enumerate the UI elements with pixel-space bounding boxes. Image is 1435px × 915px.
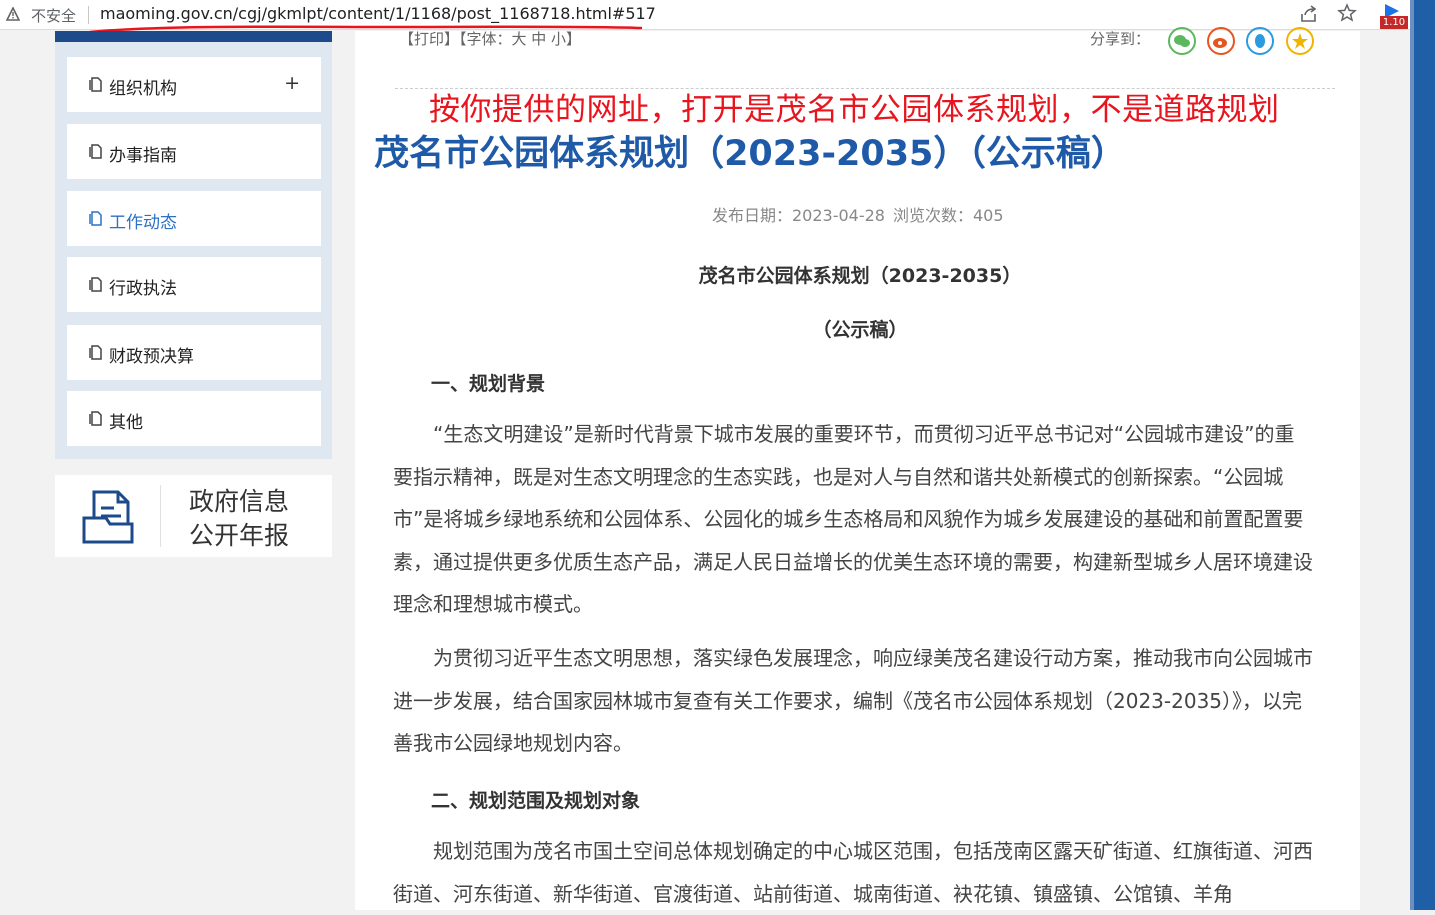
- share-icon[interactable]: [1299, 4, 1319, 24]
- document-icon: [89, 411, 102, 426]
- annual-report-link[interactable]: 政府信息 公开年报: [55, 475, 332, 557]
- expand-icon[interactable]: +: [284, 72, 300, 94]
- document-icon: [89, 345, 102, 360]
- qzone-share-icon[interactable]: [1286, 27, 1314, 55]
- sidebar-header-bar: [55, 31, 332, 42]
- document-title: 茂名市公园体系规划（2023-2035）: [698, 265, 1022, 287]
- sidebar-item-organization[interactable]: 组织机构 +: [67, 57, 321, 112]
- extension-badge: 1.10: [1380, 16, 1408, 29]
- share-label: 分享到：: [1090, 30, 1151, 48]
- document-icon: [89, 77, 102, 92]
- sidebar-item-label: 财政预决算: [109, 347, 194, 367]
- document-subtitle: （公示稿）: [812, 319, 908, 341]
- annual-report-line1: 政府信息: [189, 487, 290, 516]
- warning-icon: [6, 7, 20, 21]
- sidebar-item-label: 组织机构: [109, 79, 177, 99]
- divider: [88, 6, 89, 24]
- view-count: 浏览次数：405: [893, 206, 1004, 225]
- paragraph: 规划范围为茂名市国土空间总体规划确定的中心城区范围，包括茂南区露天矿街道、红旗街…: [393, 839, 1313, 906]
- article-tools: 【打印】【字体：大 中 小】: [399, 28, 581, 49]
- extension-icon[interactable]: 1.10: [1380, 4, 1408, 29]
- sidebar-item-label: 其他: [109, 413, 143, 433]
- sidebar-item-news[interactable]: 工作动态: [67, 191, 321, 246]
- weibo-share-icon[interactable]: [1207, 27, 1235, 55]
- print-link[interactable]: 【打印】: [399, 30, 459, 48]
- wechat-share-icon[interactable]: [1168, 27, 1196, 55]
- red-annotation-text: 按你提供的网址，打开是茂名市公园体系规划，不是道路规划: [429, 92, 1280, 128]
- publish-date: 发布日期：2023-04-28: [712, 206, 885, 225]
- document-icon: [89, 211, 102, 226]
- qq-share-icon[interactable]: [1246, 27, 1274, 55]
- font-size-links[interactable]: 【字体：大 中 小】: [459, 30, 581, 48]
- page: 组织机构 + 办事指南 工作动态 行政执法 财政预决算 其他 政府信息 公开年报…: [15, 27, 1410, 910]
- desktop-strip: [1410, 0, 1435, 910]
- article-meta: 发布日期：2023-04-28 浏览次数：405: [712, 202, 1012, 226]
- section-heading: 二、规划范围及规划对象: [431, 790, 641, 812]
- sidebar-item-other[interactable]: 其他: [67, 391, 321, 446]
- section-heading: 一、规划背景: [431, 373, 546, 395]
- report-document-icon: [82, 490, 134, 544]
- bookmark-star-icon[interactable]: [1337, 3, 1357, 23]
- address-bar[interactable]: 不安全 maoming.gov.cn/cgj/gkmlpt/content/1/…: [0, 0, 1410, 34]
- sidebar-item-label: 工作动态: [109, 213, 177, 233]
- paragraph: 为贯彻习近平生态文明思想，落实绿色发展理念，响应绿美茂名建设行动方案，推动我市向…: [393, 646, 1313, 755]
- url-text[interactable]: maoming.gov.cn/cgj/gkmlpt/content/1/1168…: [100, 4, 656, 23]
- article-title: 茂名市公园体系规划（2023-2035）（公示稿）: [374, 134, 1126, 174]
- paragraph: “生态文明建设”是新时代背景下城市发展的重要环节，而贯彻习近平总书记对“公园城市…: [393, 422, 1313, 616]
- annual-report-line2: 公开年报: [189, 521, 290, 550]
- security-label[interactable]: 不安全: [31, 5, 76, 26]
